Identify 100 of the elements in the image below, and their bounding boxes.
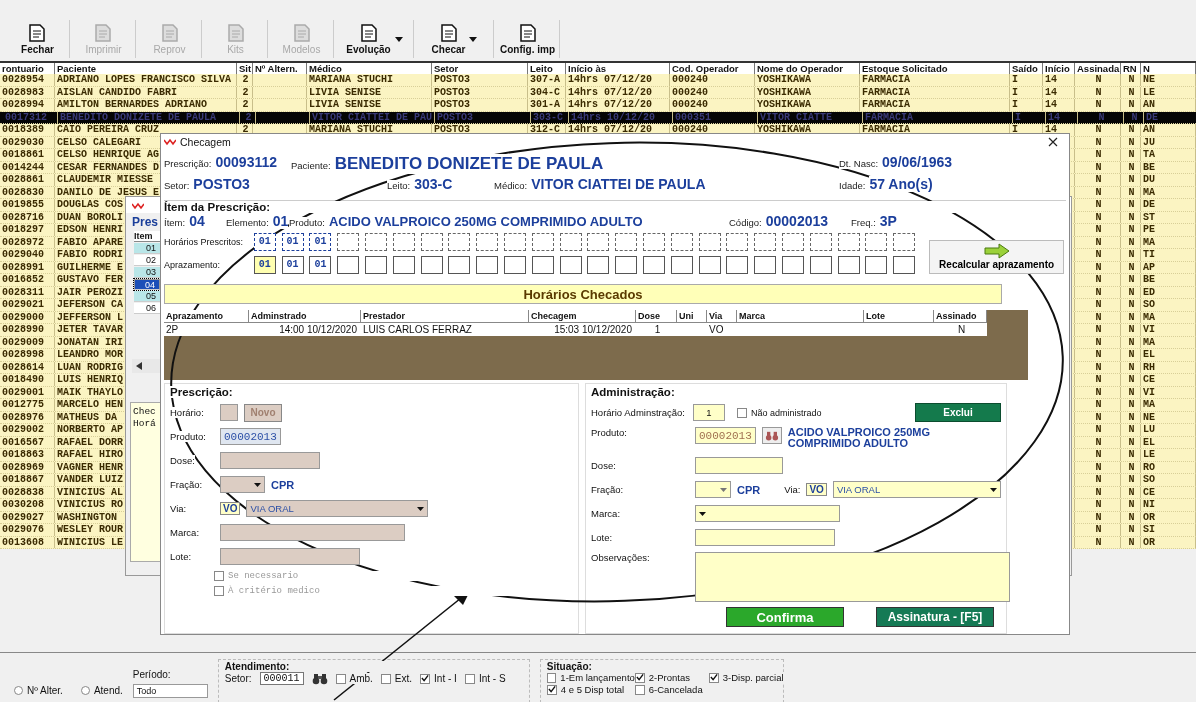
list-item[interactable]: 04 [134, 279, 160, 290]
time-slot[interactable] [503, 255, 526, 274]
time-slot[interactable] [587, 255, 610, 274]
column-header[interactable]: Dose [636, 309, 677, 323]
input-field[interactable]: 00002013 [695, 427, 756, 444]
time-slot[interactable] [420, 255, 443, 274]
list-item[interactable]: 03 [134, 267, 160, 278]
input-field[interactable] [220, 404, 238, 421]
radio-button[interactable]: Atend. [80, 685, 123, 696]
time-slot[interactable]: 01 [281, 255, 304, 274]
column-header[interactable]: Lote [864, 309, 934, 323]
checkbox[interactable]: 1-Em lançamento [546, 672, 635, 683]
time-slot[interactable] [531, 232, 554, 251]
sector-field[interactable]: 000011 [259, 672, 304, 685]
time-slot[interactable] [865, 232, 888, 251]
time-slot[interactable] [365, 232, 387, 251]
time-slot[interactable] [337, 232, 360, 251]
checkbox[interactable]: Int - I [420, 673, 457, 684]
notes-field[interactable] [695, 552, 1010, 602]
radio-button[interactable]: Nº Alter. [14, 685, 63, 696]
left-arrow-icon[interactable] [136, 362, 142, 370]
time-slot[interactable]: 01 [253, 232, 276, 251]
time-slot[interactable] [531, 255, 554, 274]
time-slot[interactable] [448, 232, 471, 251]
time-slot[interactable] [698, 232, 721, 251]
input-field[interactable] [220, 548, 360, 565]
time-slot[interactable] [337, 255, 360, 274]
time-slot[interactable] [670, 232, 693, 251]
checkbox[interactable]: Int - S [464, 673, 506, 684]
time-slot[interactable] [420, 232, 443, 251]
search-button[interactable] [761, 427, 782, 444]
checkbox[interactable]: Não administrado [737, 407, 822, 418]
time-slot[interactable] [392, 232, 415, 251]
time-slot[interactable] [642, 232, 665, 251]
time-slot[interactable] [392, 255, 415, 274]
column-header[interactable]: Prestador [361, 309, 529, 323]
column-header[interactable]: Marca [737, 309, 864, 323]
time-slot[interactable] [476, 232, 499, 251]
column-header[interactable]: Checagem [529, 309, 636, 323]
time-slot[interactable] [698, 255, 721, 274]
time-slot[interactable] [809, 232, 832, 251]
time-slot[interactable]: 01 [309, 255, 332, 274]
column-header[interactable]: Assinado [934, 309, 987, 323]
time-slot[interactable] [503, 232, 526, 251]
input-field[interactable]: 1 [693, 404, 725, 421]
list-item[interactable]: 01 [134, 243, 160, 254]
time-slot[interactable] [781, 255, 804, 274]
time-slot[interactable] [837, 232, 860, 251]
input-field[interactable] [220, 524, 405, 541]
dropdown[interactable] [695, 481, 731, 498]
input-field[interactable] [695, 457, 783, 474]
time-slot[interactable]: 01 [281, 232, 304, 251]
table-row[interactable]: 0028954 ADRIANO LOPES FRANCISCO SILVA 2 MARIANA STUCHI POSTO3 307-A 14hrs 07/12/20 000240 YOSHIKAWA FARMACIA I 14 N N NE [0, 74, 1196, 87]
time-slot[interactable] [726, 255, 749, 274]
time-slot[interactable] [781, 232, 804, 251]
time-slot[interactable] [893, 232, 916, 251]
time-slot[interactable] [726, 232, 749, 251]
input-field[interactable] [695, 529, 835, 546]
table-row[interactable]: 0028994 AMILTON BERNARDES ADRIANO 2 LIVIA SENISE POSTO3 301-A 14hrs 07/12/20 000240 YOSHIKAWA FARMACIA I 14 N N AN [0, 99, 1196, 112]
toolbar-button[interactable]: Config. imp [496, 20, 560, 58]
time-slot[interactable] [642, 255, 665, 274]
time-slot[interactable] [559, 232, 582, 251]
recalculate-button[interactable]: Recalcular aprazamento [929, 239, 1065, 274]
close-icon[interactable] [1048, 136, 1058, 147]
time-slot[interactable]: 01 [309, 232, 332, 251]
time-slot[interactable] [893, 255, 916, 274]
column-header[interactable]: Uni [677, 309, 707, 323]
time-slot[interactable] [615, 232, 638, 251]
time-slot[interactable] [754, 255, 777, 274]
time-slot[interactable] [670, 255, 693, 274]
time-slot[interactable] [448, 255, 471, 274]
dropdown[interactable] [220, 476, 265, 493]
time-slot[interactable] [559, 255, 582, 274]
time-slot[interactable] [865, 255, 888, 274]
list-item[interactable]: 05 [134, 291, 160, 302]
checkbox[interactable]: Amb. [335, 673, 373, 684]
list-item[interactable]: 06 [134, 303, 160, 314]
period-dropdown[interactable]: Todo [132, 684, 208, 698]
column-header[interactable]: Via [707, 309, 737, 323]
column-header[interactable]: Aprazamento [164, 309, 249, 323]
delete-button[interactable]: Exclui [915, 403, 1001, 422]
time-slot[interactable] [837, 255, 860, 274]
scrollbar[interactable] [132, 359, 160, 373]
time-slot[interactable] [587, 232, 610, 251]
brand-dropdown[interactable] [695, 505, 840, 522]
time-slot[interactable] [365, 255, 387, 274]
input-field[interactable] [220, 452, 320, 469]
toolbar-button[interactable]: Checar [416, 20, 494, 58]
checkbox[interactable]: Ext. [380, 673, 413, 684]
toolbar-button[interactable]: Fechar [6, 20, 70, 58]
time-slot[interactable] [754, 232, 777, 251]
route-dropdown[interactable]: VIA ORAL [246, 500, 429, 517]
time-slot[interactable] [615, 255, 638, 274]
list-item[interactable]: 02 [134, 255, 160, 266]
toolbar-button[interactable]: Evolução [336, 20, 414, 58]
time-slot[interactable]: 01 [253, 255, 276, 274]
binoculars-icon[interactable] [311, 672, 328, 685]
column-header[interactable]: Adminstrado [249, 309, 361, 323]
input-field[interactable]: 00002013 [220, 428, 281, 445]
route-dropdown[interactable]: VIA ORAL [832, 481, 1001, 498]
